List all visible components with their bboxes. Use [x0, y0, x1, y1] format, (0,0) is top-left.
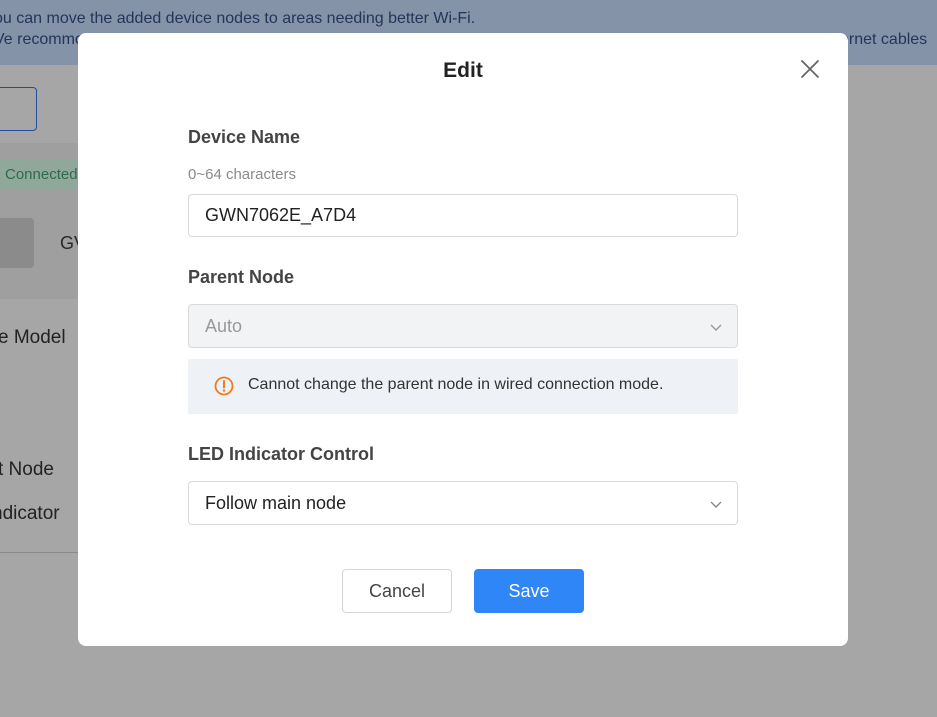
label-led-indicator: ndicator [0, 503, 60, 524]
banner-text-line-2-end: ernet cables [840, 31, 928, 48]
wired-mode-notice: Cannot change the parent node in wired c… [188, 359, 738, 414]
cancel-button[interactable]: Cancel [342, 569, 452, 613]
device-name-input[interactable]: GWN7062E_A7D4 [188, 194, 738, 237]
led-control-value: Follow main node [205, 493, 347, 513]
status-badge: Connected [0, 160, 80, 190]
parent-node-label: Parent Node [188, 267, 295, 287]
parent-node-value: Auto [205, 316, 243, 336]
device-image [0, 218, 34, 268]
save-button[interactable]: Save [474, 569, 584, 613]
chevron-down-icon [710, 324, 722, 331]
device-name-hint: 0~64 characters [188, 166, 296, 183]
led-control-label: LED Indicator Control [188, 444, 374, 464]
device-name-label: Device Name [188, 127, 301, 147]
parent-node-select: Auto [188, 304, 738, 348]
notice-text: Cannot change the parent node in wired c… [248, 376, 664, 393]
background-button [0, 87, 37, 131]
label-parent-node: t Node [0, 459, 54, 480]
banner-text-line-2: Ve recommo [0, 31, 84, 48]
led-control-select[interactable]: Follow main node [188, 481, 738, 525]
banner-text-line-1: ou can move the added device nodes to ar… [0, 10, 476, 27]
chevron-down-icon [710, 501, 722, 508]
dialog-title: Edit [443, 59, 483, 82]
warning-icon [214, 376, 234, 396]
divider [0, 552, 80, 553]
edit-dialog: Edit Device Name 0~64 characters GWN7062… [78, 33, 848, 646]
close-icon[interactable] [799, 58, 821, 80]
label-device-model: e Model [0, 327, 66, 348]
